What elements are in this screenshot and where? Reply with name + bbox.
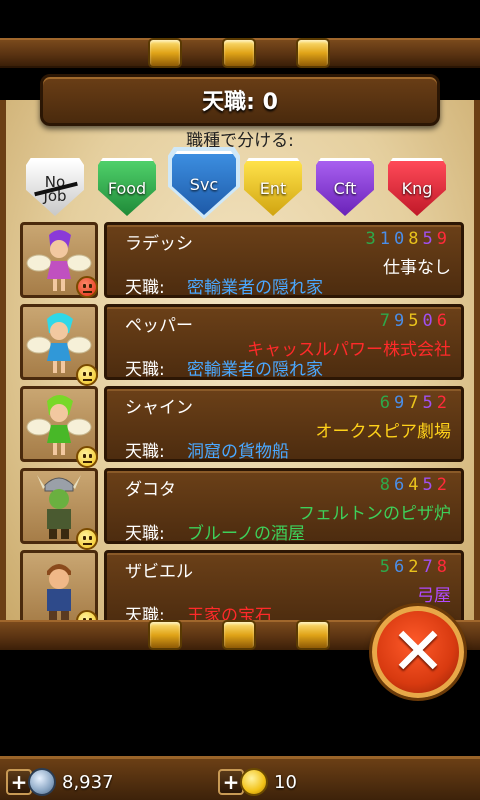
stat-creative: 0 [422,311,437,331]
stat-entertainment: 2 [408,557,423,577]
stat-entertainment: 5 [408,311,423,331]
currency-bar: + 8,937 + 10 [0,756,480,800]
resident-workplace: 弓屋 [417,586,451,606]
resident-stats: 86452 [380,475,451,495]
resident-career: ブルーノの酒屋 [187,524,305,544]
coin-icon [28,768,56,796]
stat-entertainment: 7 [408,393,423,413]
stat-service: 9 [394,393,409,413]
stat-creative: 5 [422,475,437,495]
resident-list[interactable]: ラデッシ 310859 仕事なし 天職: 密輸業者の隠れ家 ペッパー 79506… [20,220,464,628]
resident-row[interactable]: シャイン 69752 オークスピア劇場 天職: 洞窟の貨物船 [20,386,464,468]
close-button[interactable]: ✕ [372,606,464,698]
stat-kingdom: 9 [436,229,451,249]
gold-clip [148,38,182,68]
bux-amount: 10 [274,771,297,793]
resident-career: 密輸業者の隠れ家 [187,360,323,380]
resident-info: シャイン 69752 オークスピア劇場 天職: 洞窟の貨物船 [104,386,464,462]
filter-ent-label: Ent [259,179,287,198]
mood-unhappy-icon [76,276,98,298]
filter-ent-button[interactable]: Ent [244,158,302,216]
mood-neutral-icon [76,446,98,468]
filter-kng-label: Kng [401,179,433,198]
stat-food: 6 [379,393,394,413]
resident-workplace: オークスピア劇場 [315,422,452,442]
gold-clip [222,38,256,68]
coin-amount: 8,937 [62,771,114,793]
stat-entertainment: 8 [408,229,423,249]
stat-kingdom: 2 [436,393,451,413]
resident-stats: 310859 [366,229,451,249]
page-title: 天職: 0 [202,90,278,115]
stat-food: 7 [379,311,394,331]
stat-service: 9 [394,311,409,331]
gold-clip [148,620,182,650]
bux-counter: + 10 [218,767,297,797]
stat-creative: 7 [422,557,437,577]
resident-career: 密輸業者の隠れ家 [187,278,323,298]
career-label: 天職: [125,278,165,298]
resident-name: ダコタ [125,480,176,500]
resident-info: ペッパー 79506 キャッスルパワー株式会社 天職: 密輸業者の隠れ家 [104,304,464,380]
mood-neutral-icon [76,364,98,386]
bux-icon [240,768,268,796]
resident-career: 洞窟の貨物船 [187,442,289,462]
resident-workplace: 仕事なし [383,258,451,278]
stat-creative: 5 [422,393,437,413]
resident-stats: 79506 [380,311,451,331]
stat-kingdom: 8 [436,557,451,577]
filter-cft-label: Cft [333,179,357,198]
gold-clip [222,620,256,650]
stat-service: 10 [379,229,409,249]
career-label: 天職: [125,524,165,544]
career-label: 天職: [125,442,165,462]
resident-name: シャイン [125,398,193,418]
resident-name: ラデッシ [125,234,193,254]
resident-row[interactable]: ダコタ 86452 フェルトンのピザ炉 天職: ブルーノの酒屋 [20,468,464,550]
filter-nojob-button[interactable]: No Job [26,158,84,216]
filter-kng-button[interactable]: Kng [388,158,446,216]
career-label: 天職: [125,360,165,380]
gold-clip [296,620,330,650]
filter-food-label: Food [107,179,147,198]
stat-food: 5 [379,557,394,577]
filter-label: 職種で分ける: [186,131,294,151]
title-plate: 天職: 0 [40,74,440,126]
resident-row[interactable]: ラデッシ 310859 仕事なし 天職: 密輸業者の隠れ家 [20,222,464,298]
coin-counter: + 8,937 [6,767,114,797]
stat-service: 6 [394,475,409,495]
category-filter: No Job Food Svc Ent Cft Kng [22,147,458,220]
resident-stats: 69752 [380,393,451,413]
stat-service: 6 [394,557,409,577]
filter-svc-label: Svc [189,175,219,194]
stat-entertainment: 4 [408,475,423,495]
filter-svc-button[interactable]: Svc [172,151,236,215]
resident-info: ラデッシ 310859 仕事なし 天職: 密輸業者の隠れ家 [104,222,464,298]
stat-creative: 5 [422,229,437,249]
close-icon: ✕ [390,613,446,690]
resident-row[interactable]: ペッパー 79506 キャッスルパワー株式会社 天職: 密輸業者の隠れ家 [20,304,464,386]
resident-workplace: フェルトンのピザ炉 [298,504,451,524]
gold-clip [296,38,330,68]
stat-kingdom: 6 [436,311,451,331]
stat-food: 3 [365,229,380,249]
stat-food: 8 [379,475,394,495]
top-frame [0,0,480,72]
resident-name: ペッパー [125,316,193,336]
resident-name: ザビエル [125,562,193,582]
resident-stats: 56278 [380,557,451,577]
resident-info: ダコタ 86452 フェルトンのピザ炉 天職: ブルーノの酒屋 [104,468,464,544]
stat-kingdom: 2 [436,475,451,495]
filter-food-button[interactable]: Food [98,158,156,216]
mood-neutral-icon [76,528,98,550]
filter-cft-button[interactable]: Cft [316,158,374,216]
